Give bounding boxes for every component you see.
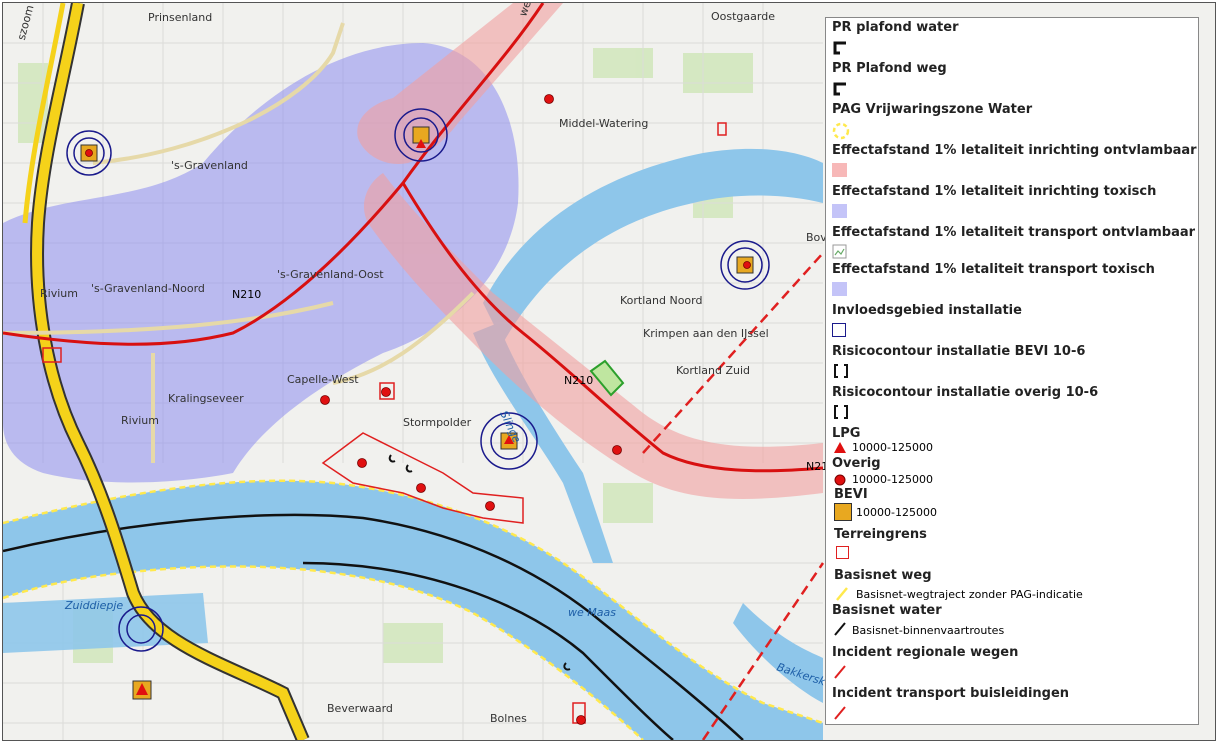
place-s-gravenland: 's-Gravenland [171,159,248,172]
legend-title-inrichting-ontvlambaar: Effectafstand 1% letaliteit inrichting o… [832,143,1197,158]
pr-plafond-weg-icon [833,82,846,96]
legend-title-incident-regionale-wegen: Incident regionale wegen [832,645,1019,660]
legend-sub-bevi: 10000-125000 [856,506,937,519]
place-s-gravenland-oost: 's-Gravenland-Oost [277,268,384,281]
terreingrens-icon [836,546,849,559]
place-rivium-w: Rivium [40,287,78,300]
legend-title-pr-plafond-weg: PR Plafond weg [832,61,947,76]
legend-title-risicocontour-bevi: Risicocontour installatie BEVI 10-6 [832,344,1086,359]
place-prinsenland: Prinsenland [148,11,212,24]
legend-title-incident-buisleidingen: Incident transport buisleidingen [832,686,1070,701]
lpg-triangle-icon [834,442,846,453]
toxic-swatch-icon [832,204,847,218]
place-beverwaard: Beverwaard [327,702,393,715]
place-kortland-zuid: Kortland Zuid [676,364,750,377]
basisnet-weg-icon [836,587,848,601]
legend-title-transport-toxisch: Effectafstand 1% letaliteit transport to… [832,262,1155,277]
place-oostgaarde: Oostgaarde [711,10,775,23]
pag-zone-icon [832,122,850,140]
broken-image-icon [832,244,847,259]
legend-sub-basisnet-water: Basisnet-binnenvaartroutes [852,624,1005,637]
legend-title-inrichting-toxisch: Effectafstand 1% letaliteit inrichting t… [832,184,1157,199]
place-capelle-west: Capelle-West [287,373,359,386]
place-middel-watering: Middel-Watering [559,117,648,130]
legend-sub-overig: 10000-125000 [852,473,933,486]
legend-title-pag-vrijwaringszone: PAG Vrijwaringszone Water [832,102,1033,117]
toxic-transport-swatch-icon [832,282,847,296]
legend-title-transport-ontvlambaar: Effectafstand 1% letaliteit transport on… [832,225,1196,240]
place-krimpen: Krimpen aan den IJssel [643,327,769,340]
bevi-square-icon [834,503,852,521]
place-kralingseveer: Kralingseveer [168,392,244,405]
place-kortland-noord: Kortland Noord [620,294,702,307]
legend-sub-basisnet-weg: Basisnet-wegtraject zonder PAG-indicatie [856,588,1083,601]
legend-title-basisnet-weg: Basisnet weg [834,568,932,583]
legend-title-basisnet-water: Basisnet water [832,603,942,618]
legend-title-invloedsgebied: Invloedsgebied installatie [832,303,1022,318]
legend-title-terreingrens: Terreingrens [834,527,927,542]
place-s-gravenland-noord: 's-Gravenland-Noord [91,282,205,295]
overig-dot-icon [834,474,846,486]
map-frame: Prinsenland Oostgaarde 's-Gravenland Mid… [2,2,1216,741]
influence-square-icon [832,323,846,337]
water-label-maas: we Maas [568,606,616,619]
incident-pipeline-icon [834,706,846,720]
legend-title-pr-plafond-water: PR plafond water [832,20,959,35]
map-legend: PR plafond water PR Plafond weg PAG Vrij… [825,17,1199,725]
pr-plafond-water-icon [833,41,846,55]
place-stormpolder: Stormpolder [403,416,472,429]
place-bolnes: Bolnes [490,712,527,725]
place-rivium-s: Rivium [121,414,159,427]
basisnet-water-icon [834,622,846,636]
legend-title-lpg: LPG [832,426,861,441]
incident-regional-road-icon [834,665,846,679]
legend-sub-lpg: 10000-125000 [852,441,933,454]
risk-contour-overig-icon [834,405,848,419]
legend-title-overig: Overig [832,456,881,471]
risk-contour-bevi-icon [834,364,848,378]
water-label-zuiddiepje: Zuiddiepje [64,599,123,612]
legend-title-bevi: BEVI [834,487,868,502]
legend-title-risicocontour-overig: Risicocontour installatie overig 10-6 [832,385,1099,400]
road-label-n210: N210 [232,288,261,301]
flammable-swatch-icon [832,163,847,177]
road-label-n210: N210 [564,374,593,387]
